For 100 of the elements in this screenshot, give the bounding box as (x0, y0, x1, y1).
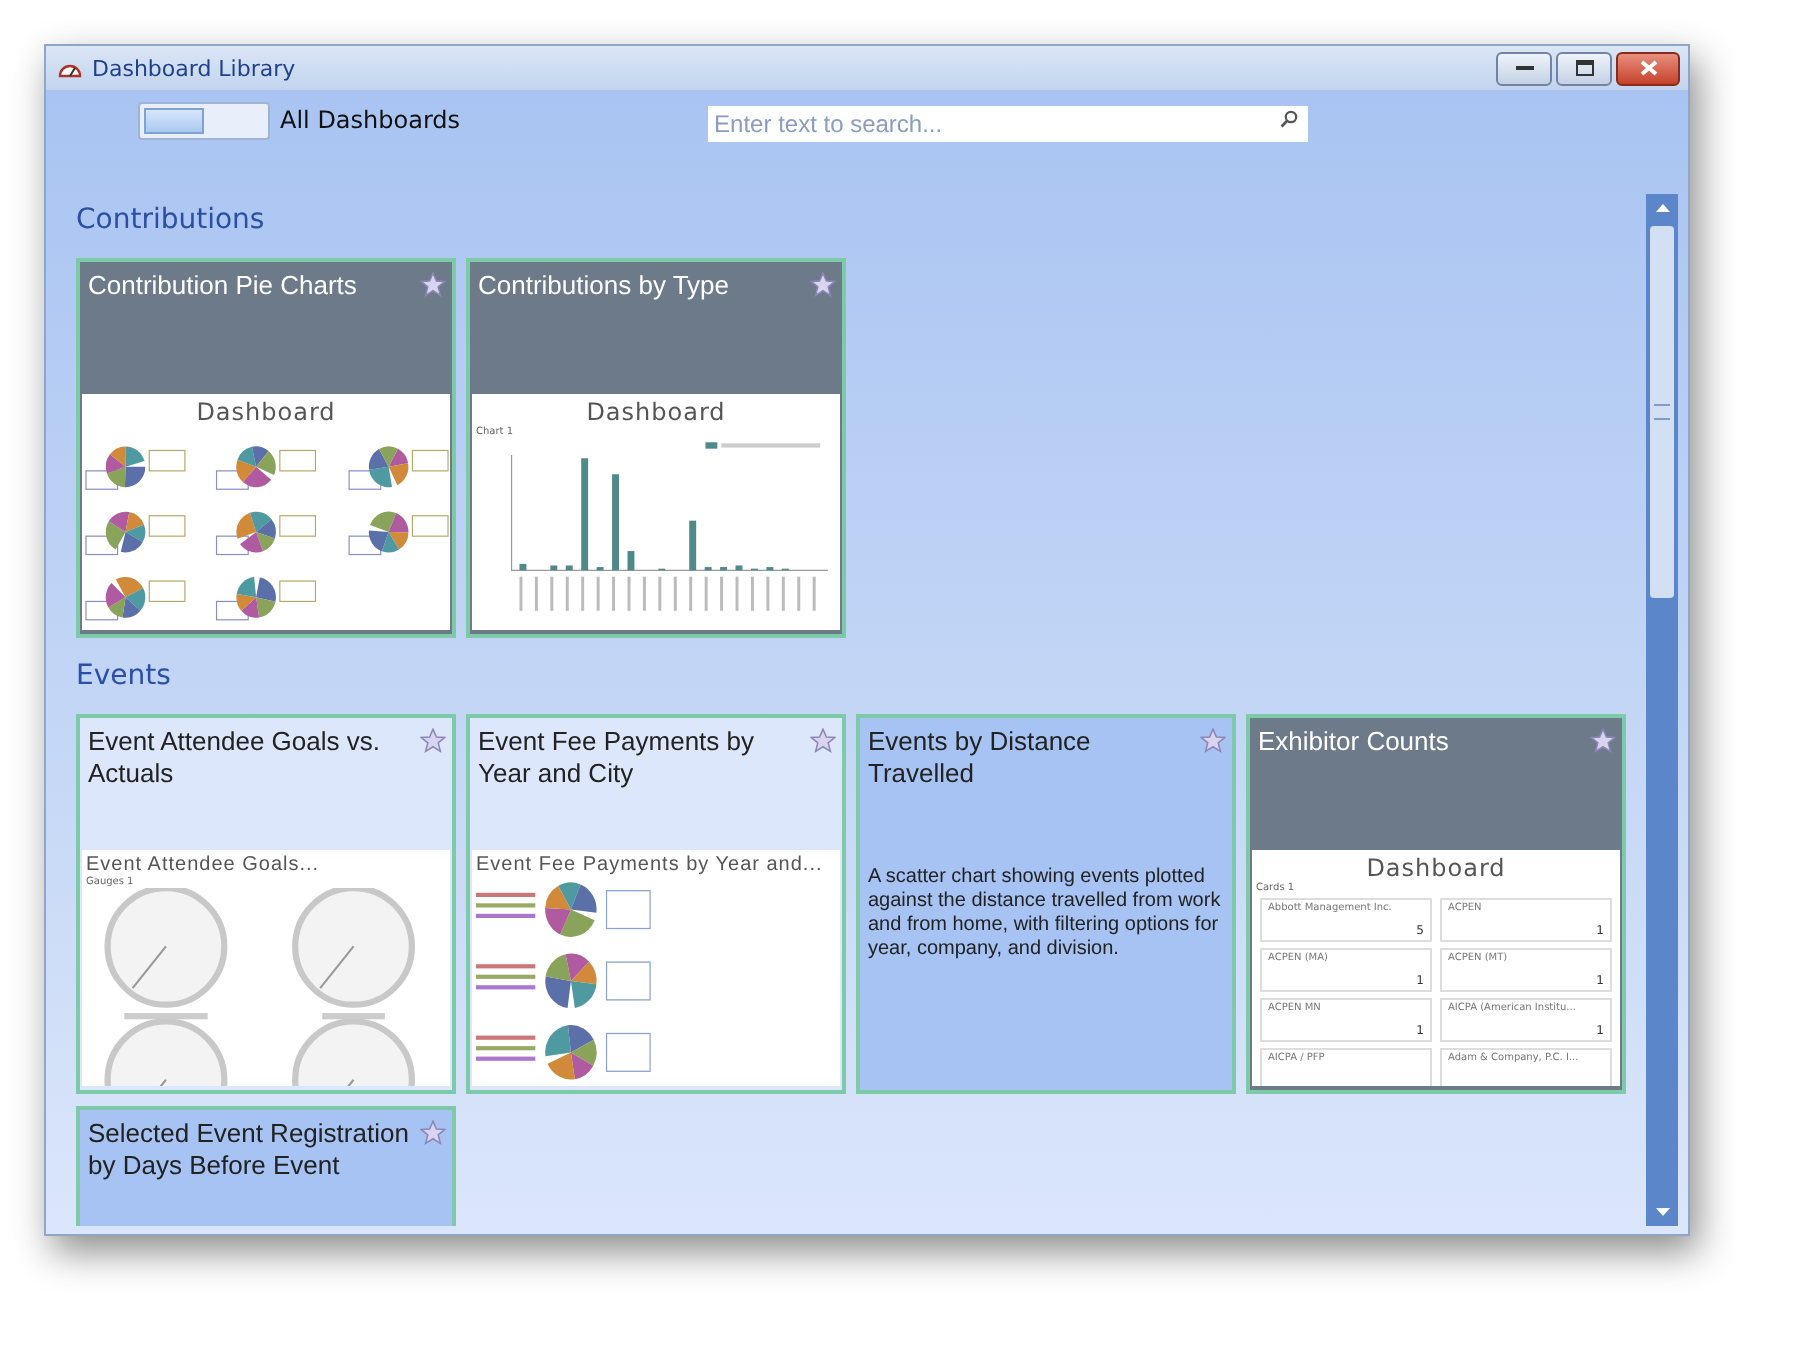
legend-lines-drawing (475, 964, 536, 990)
dashboard-tile[interactable]: Contribution Pie Charts Dashboard (76, 258, 456, 638)
view-toggle[interactable] (138, 101, 270, 139)
pie-slice (545, 1025, 571, 1057)
pie-slice (570, 961, 597, 985)
pie-slice (125, 446, 145, 467)
star-icon[interactable] (420, 272, 446, 298)
minimize-icon (1515, 64, 1533, 72)
star-icon[interactable] (810, 272, 836, 298)
pie-slice (236, 512, 257, 539)
pie-slice (388, 463, 409, 486)
tile-title: Selected Event Registration by Days Before Event (88, 1118, 411, 1182)
preview-title: Dashboard (584, 398, 728, 426)
legend-box (215, 535, 249, 556)
legend-box (605, 961, 651, 1001)
legend-box (411, 449, 449, 472)
dashboard-tile[interactable]: Events by Distance Travelled A scatter chart showing events plotted against the distance travelled from work and from home, with filtering options for year, company, and division. (856, 714, 1236, 1094)
star-icon[interactable] (1590, 728, 1616, 754)
section-heading: Events (76, 658, 173, 694)
pie-slice (547, 1052, 575, 1080)
legend-swatch (705, 442, 718, 449)
legend-lines-drawing (475, 1035, 536, 1061)
pie-slice (120, 532, 143, 553)
pie-slice (236, 576, 257, 598)
pie-slice (108, 511, 130, 533)
bar (689, 520, 697, 571)
preview-title: Dashboard (194, 398, 338, 426)
pie-slice (388, 448, 409, 467)
dashboard-tile[interactable]: Event Fee Payments by Year and City Event Fee Payments by Year and... (466, 714, 846, 1094)
legend-box (279, 580, 317, 603)
star-icon[interactable] (810, 728, 836, 754)
pie-slice (545, 885, 571, 910)
tile-title: Events by Distance Travelled (868, 726, 1093, 790)
pie-slice (236, 593, 257, 611)
minimize-button[interactable] (1496, 51, 1552, 85)
legend-box (411, 515, 449, 537)
filter-label: All Dashboards (280, 106, 461, 134)
close-button[interactable] (1616, 51, 1680, 85)
scrollbar[interactable] (1646, 194, 1678, 1226)
legend-box (279, 515, 317, 537)
legend-box (605, 890, 651, 930)
pie-slice (570, 981, 597, 1008)
pie-slice (545, 907, 571, 935)
pie-slice (125, 588, 146, 611)
star-icon[interactable] (420, 1120, 446, 1146)
legend-box (605, 1032, 651, 1072)
bar (581, 458, 589, 571)
pie-slice (570, 884, 597, 913)
preview-title: Event Fee Payments by Year and... (474, 854, 825, 876)
search-field[interactable]: Enter text to search... (708, 106, 1309, 142)
gauge-icon (58, 59, 82, 77)
pie-slice (378, 446, 398, 467)
tile-title: Contributions by Type (478, 270, 731, 302)
search-icon (1280, 110, 1299, 128)
pie-slice (388, 513, 409, 533)
bar (519, 563, 527, 571)
pie-slice (106, 466, 126, 488)
tile-title: Event Fee Payments by Year and City (478, 726, 757, 790)
preview-title: Dashboard (1364, 854, 1508, 882)
maximize-icon (1575, 60, 1593, 76)
pie-slice (545, 976, 571, 1009)
pie-slice (388, 532, 409, 550)
pie-slice (565, 953, 590, 981)
bar (627, 551, 635, 571)
tile-description: A scatter chart showing events plotted against the distance travelled from work and from home, with filtering options for year, company, and division. (866, 866, 1223, 962)
section-heading: Contributions (76, 202, 267, 238)
pie-slice (105, 583, 126, 608)
pie-slice (105, 454, 126, 474)
pie-slice (125, 512, 144, 533)
tile-title: Event Attendee Goals vs. Actuals (88, 726, 382, 790)
scroll-thumb[interactable] (1650, 226, 1674, 598)
bar (550, 565, 558, 571)
bar (612, 474, 619, 571)
pie-slice (256, 577, 276, 602)
pie-slice (368, 449, 389, 470)
preview-title: Event Attendee Goals... (84, 854, 322, 876)
pie-slice (545, 954, 571, 981)
close-icon (1639, 60, 1657, 76)
pie-slice (124, 466, 146, 488)
pie-slice (249, 511, 272, 533)
maximize-button[interactable] (1556, 51, 1612, 85)
pie-slice (370, 511, 397, 533)
tile-title: Exhibitor Counts (1258, 726, 1451, 758)
pie-slice (109, 446, 126, 467)
pie-slice (240, 532, 264, 553)
star-icon[interactable] (420, 728, 446, 754)
pie-slice (369, 466, 393, 488)
window-title: Dashboard Library (92, 55, 296, 81)
legend-box (279, 449, 317, 472)
pie-slice (236, 459, 257, 483)
star-icon[interactable] (1200, 728, 1226, 754)
tile-title: Contribution Pie Charts (88, 270, 359, 302)
dashboard-tile[interactable]: Selected Event Registration by Days Before Event (76, 1106, 456, 1226)
legend-lines-drawing (475, 892, 536, 918)
pie-slice (368, 530, 389, 552)
pie-slice (256, 597, 276, 618)
pie-slice (567, 1025, 594, 1053)
legend-box (148, 580, 186, 603)
pie-slice (570, 1039, 597, 1066)
bar (735, 565, 743, 571)
